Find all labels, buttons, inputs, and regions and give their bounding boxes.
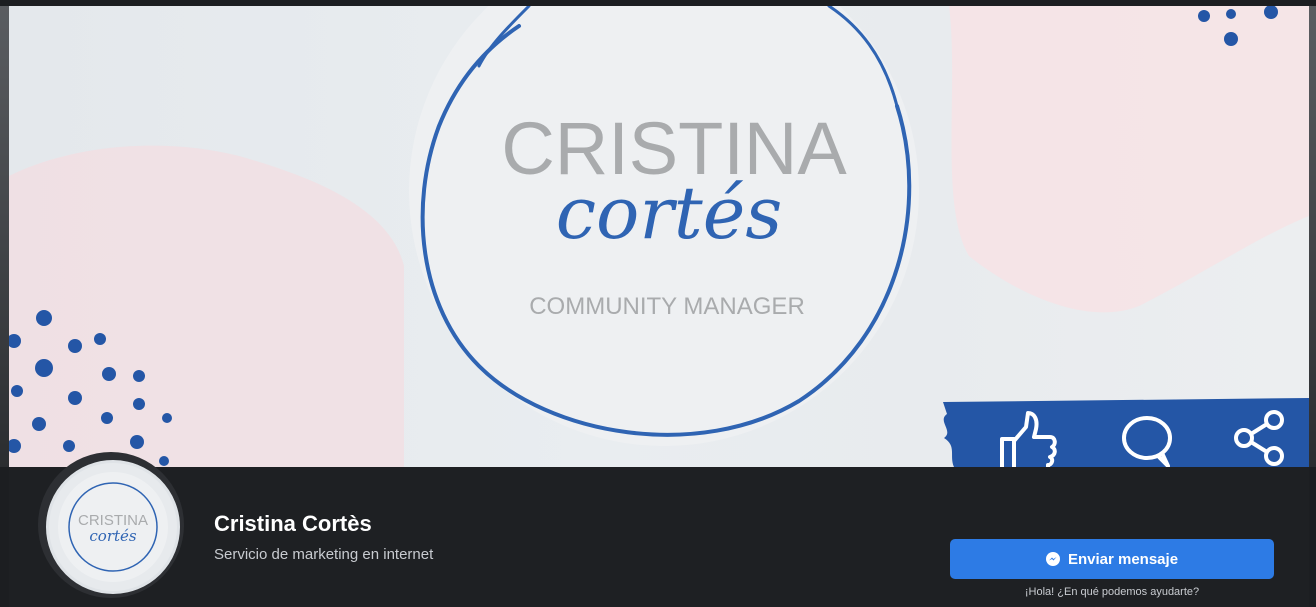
- frame-left-edge: [0, 6, 9, 467]
- cover-brand-subtitle: COMMUNITY MANAGER: [529, 293, 805, 320]
- comment-icon[interactable]: [1118, 412, 1178, 467]
- page-name[interactable]: Cristina Cortès: [214, 511, 372, 537]
- messenger-icon: [1045, 552, 1060, 566]
- page-category[interactable]: Servicio de marketing en internet: [214, 546, 433, 563]
- send-message-label: Enviar mensaje: [1067, 550, 1179, 568]
- avatar-logo: CRISTINA cortés: [58, 472, 168, 582]
- pink-watercolor-left: [9, 145, 404, 467]
- pink-watercolor-right: [949, 6, 1309, 313]
- cover-artwork: CRISTINA cortés COMMUNITY MANAGER: [9, 6, 1309, 467]
- cover-brand-script: cortés: [556, 171, 783, 255]
- like-icon[interactable]: [990, 409, 1060, 467]
- helper-text: ¡Hola! ¿En qué podemos ayudarte?: [1024, 586, 1200, 598]
- frame-right-edge: [1309, 6, 1316, 467]
- social-icons-bar: [952, 404, 1309, 467]
- cover-photo[interactable]: CRISTINA cortés COMMUNITY MANAGER: [9, 6, 1309, 467]
- avatar-brand-script: cortés: [89, 527, 137, 545]
- share-icon[interactable]: [1230, 410, 1290, 466]
- avatar[interactable]: CRISTINA cortés: [46, 460, 180, 594]
- send-message-button[interactable]: Enviar mensaje: [950, 539, 1274, 579]
